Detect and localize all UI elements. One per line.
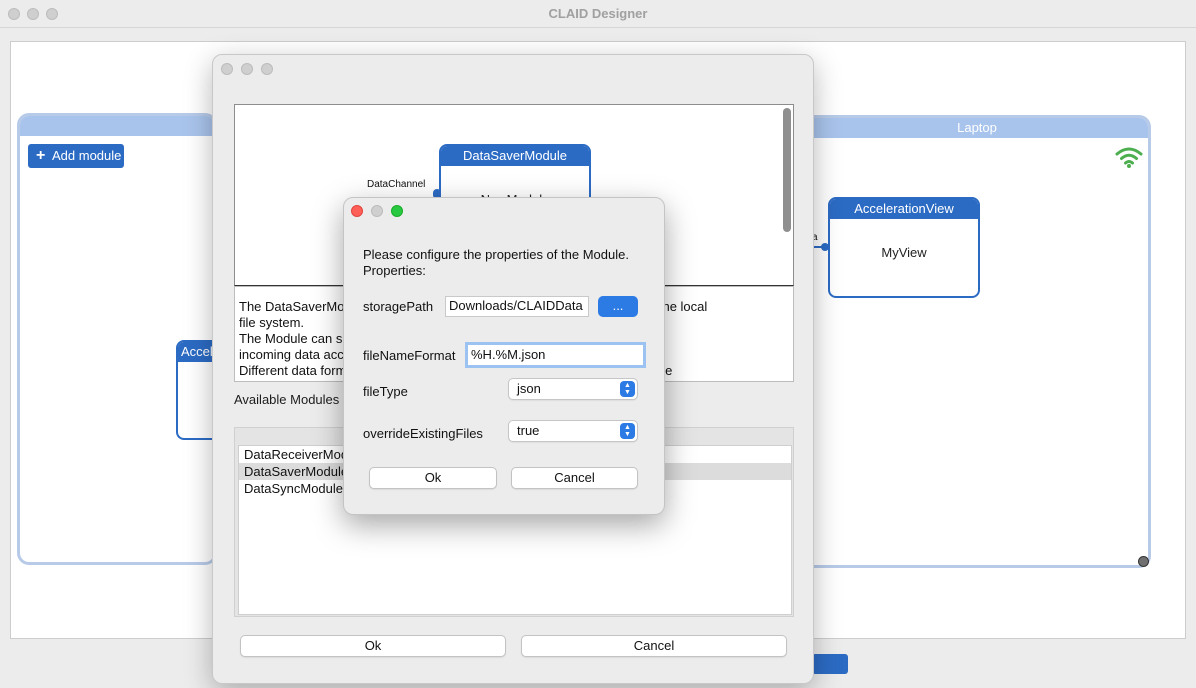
- updown-chevron-icon: ▲ ▼: [620, 381, 635, 397]
- plus-icon: +: [36, 147, 46, 164]
- add-module-button[interactable]: + Add module: [28, 144, 124, 168]
- resize-handle[interactable]: [1138, 556, 1149, 567]
- file-type-select[interactable]: json ▲ ▼: [508, 378, 638, 400]
- preview-channel-label: DataChannel: [367, 179, 426, 190]
- properties-intro: Please configure the properties of the M…: [363, 247, 629, 262]
- override-existing-files-select[interactable]: true ▲ ▼: [508, 420, 638, 442]
- module-dialog-minimize-button[interactable]: [241, 63, 253, 75]
- updown-chevron-icon: ▲ ▼: [620, 423, 635, 439]
- file-type-value: json: [517, 381, 541, 396]
- window-title: CLAID Designer: [548, 6, 648, 21]
- properties-close-button[interactable]: [351, 205, 363, 217]
- module-partial-accel[interactable]: Accel: [176, 340, 216, 440]
- module-acceleration-view-title: AccelerationView: [830, 199, 978, 219]
- storage-path-label: storagePath: [363, 299, 434, 314]
- file-type-label: fileType: [363, 384, 408, 399]
- device-laptop-header: Laptop: [806, 118, 1148, 138]
- canvas-action-button[interactable]: [812, 654, 848, 674]
- file-name-format-field[interactable]: %H.%M.json: [465, 342, 646, 368]
- properties-dialog: Please configure the properties of the M…: [343, 197, 665, 515]
- input-port-connector[interactable]: [812, 240, 830, 254]
- device-left[interactable]: [17, 113, 217, 565]
- wifi-icon: [1115, 147, 1143, 168]
- storage-path-field[interactable]: Downloads/CLAIDData: [445, 296, 589, 317]
- main-titlebar: CLAID Designer: [0, 0, 1196, 28]
- module-acceleration-view[interactable]: AccelerationView MyView: [828, 197, 980, 298]
- module-acceleration-view-body: MyView: [881, 245, 927, 260]
- properties-zoom-button[interactable]: [391, 205, 403, 217]
- module-dialog-titlebar: [213, 55, 813, 83]
- browse-button[interactable]: ...: [598, 296, 638, 317]
- override-existing-files-value: true: [517, 423, 540, 438]
- device-laptop[interactable]: Laptop: [806, 115, 1151, 568]
- add-module-label: Add module: [52, 148, 122, 163]
- module-dialog-zoom-button[interactable]: [261, 63, 273, 75]
- preview-module-title: DataSaverModule: [441, 146, 589, 166]
- properties-cancel-button[interactable]: Cancel: [511, 467, 638, 489]
- file-name-format-label: fileNameFormat: [363, 348, 456, 363]
- module-partial-title: Accel: [178, 342, 216, 362]
- properties-heading: Properties:: [363, 263, 426, 278]
- properties-ok-button[interactable]: Ok: [369, 467, 497, 489]
- override-existing-files-label: overrideExistingFiles: [363, 426, 483, 441]
- module-dialog-close-button[interactable]: [221, 63, 233, 75]
- device-left-header: [20, 116, 214, 136]
- properties-minimize-button[interactable]: [371, 205, 383, 217]
- module-dialog-ok-button[interactable]: Ok: [240, 635, 506, 657]
- available-modules-label: Available Modules: [234, 392, 340, 407]
- module-dialog-cancel-button[interactable]: Cancel: [521, 635, 787, 657]
- preview-scrollbar[interactable]: [783, 108, 791, 232]
